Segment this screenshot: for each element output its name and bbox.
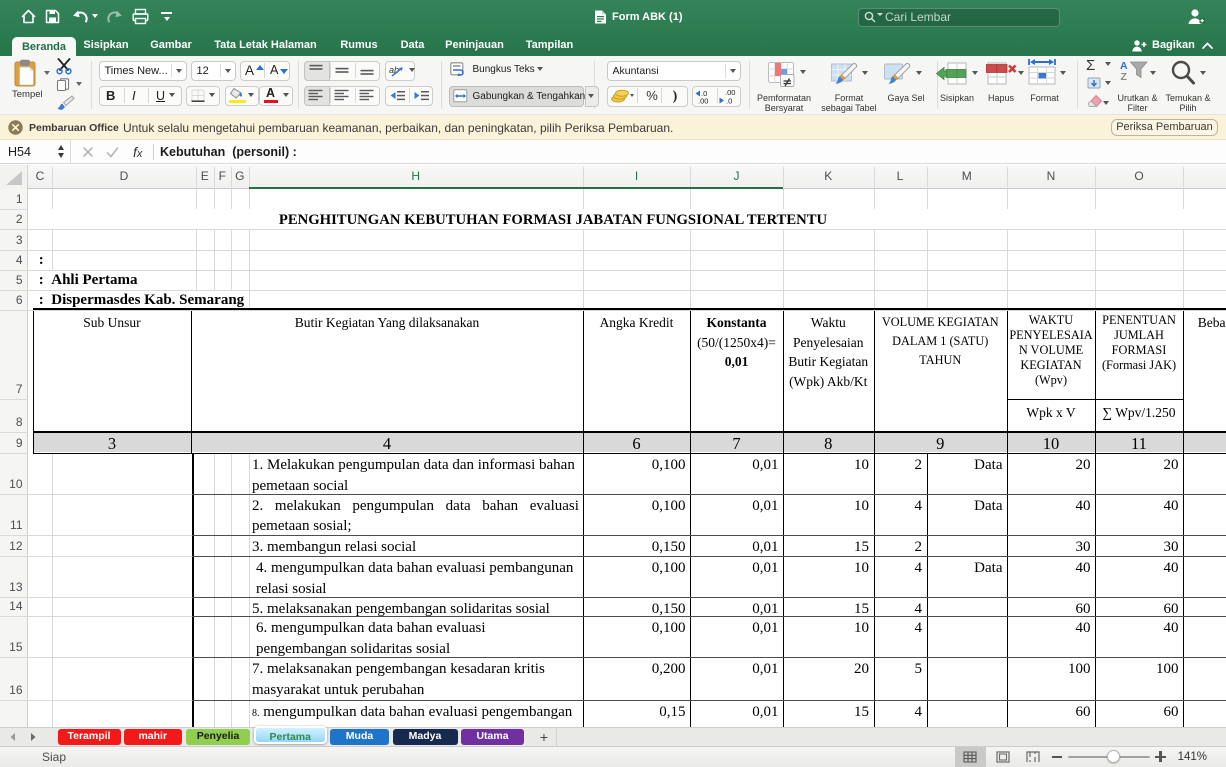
svg-text:.00: .00 [698,97,708,106]
svg-text:Z: Z [1121,71,1128,83]
